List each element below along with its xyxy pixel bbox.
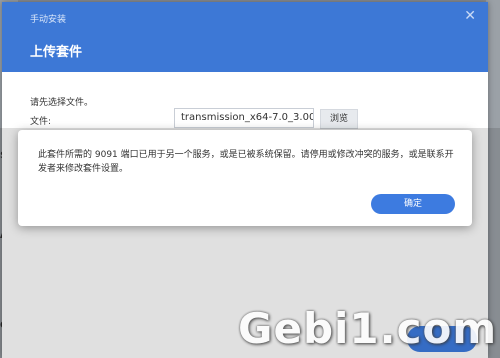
file-path-field[interactable]: transmission_x64-7.0_3.00 (174, 108, 314, 128)
file-label: 文件: (30, 117, 52, 127)
close-icon[interactable]: ✕ (464, 8, 476, 24)
instruction-text: 请先选择文件。 (30, 98, 94, 108)
error-message: 此套件所需的 9091 端口已用于另一个服务，或是已被系统保留。请停用或修改冲突… (38, 150, 454, 174)
window-header: 上传套件 (2, 32, 488, 72)
page-title: 上传套件 (30, 45, 83, 60)
ok-button[interactable]: 确定 (371, 194, 455, 214)
error-dialog: 此套件所需的 9091 端口已用于另一个服务，或是已被系统保留。请停用或修改冲突… (18, 130, 472, 226)
window-titlebar: 手动安装 ✕ (2, 2, 488, 32)
watermark-logo: Gebi1.com (238, 304, 498, 353)
browse-button[interactable]: 浏览 (320, 109, 358, 129)
window-title: 手动安装 (30, 15, 67, 25)
